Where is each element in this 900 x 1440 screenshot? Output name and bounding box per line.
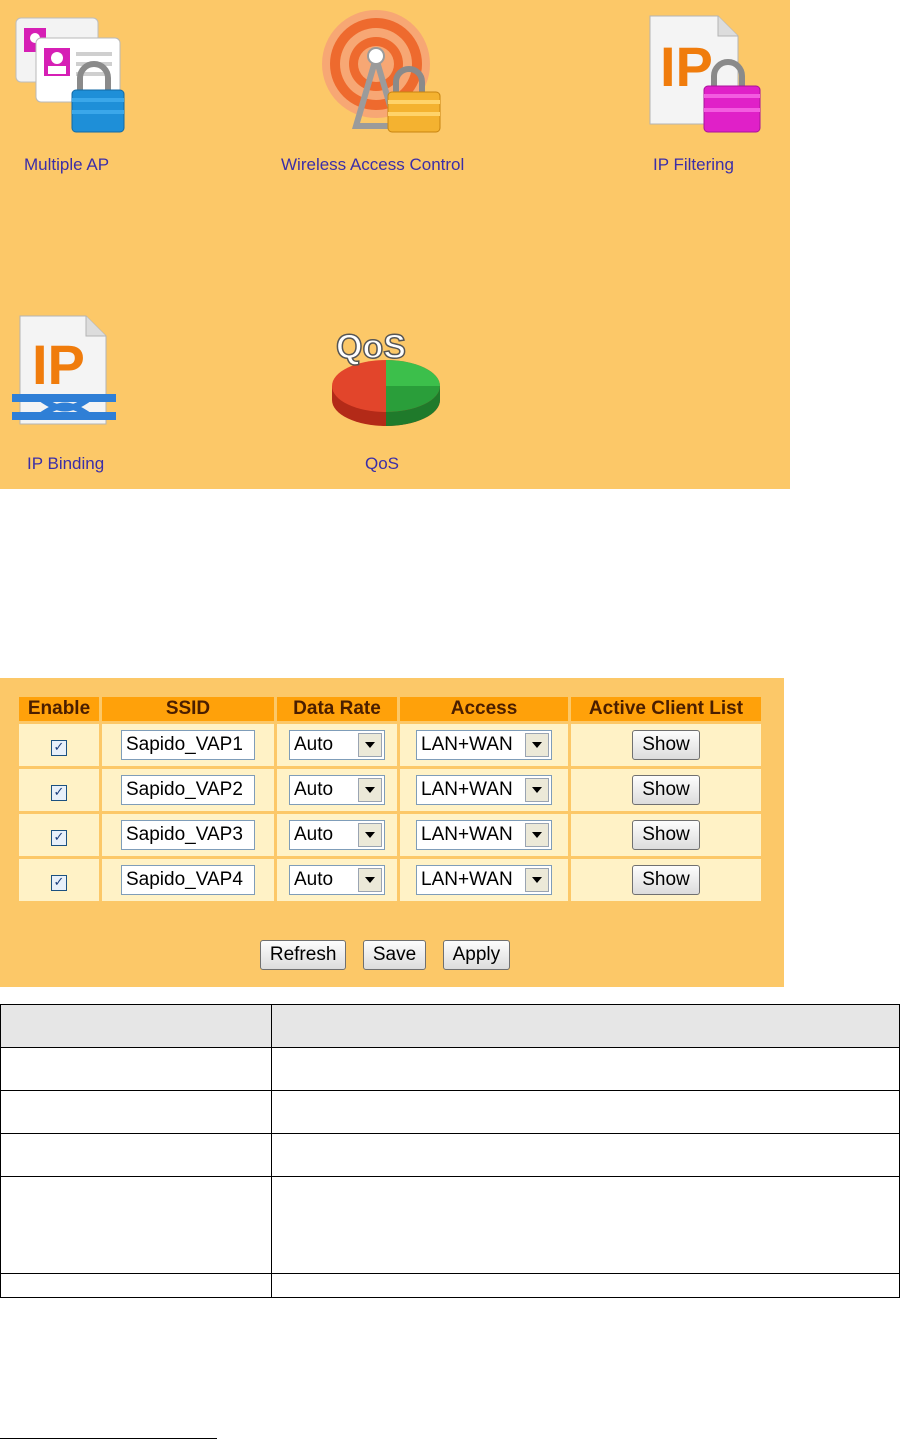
access-select[interactable]: LAN+WAN — [416, 865, 552, 895]
chevron-down-icon[interactable] — [358, 823, 382, 847]
description-table — [0, 1004, 900, 1298]
ssid-input[interactable]: Sapido_VAP4 — [121, 865, 255, 895]
data-rate-select[interactable]: Auto — [289, 730, 385, 760]
id-cards-lock-icon — [15, 17, 125, 133]
chevron-down-icon[interactable] — [358, 868, 382, 892]
table-header-row: Enable SSID Data Rate Access Active Clie… — [19, 697, 761, 721]
antenna-lock-icon — [322, 10, 441, 133]
data-rate-value: Auto — [294, 869, 334, 890]
table-row — [0, 1273, 900, 1298]
access-value: LAN+WAN — [421, 869, 513, 890]
form-actions: Refresh Save Apply — [0, 940, 770, 970]
chevron-down-icon[interactable] — [525, 823, 549, 847]
multiple-ap-table: Enable SSID Data Rate Access Active Clie… — [16, 694, 764, 904]
ip-document-lock-icon: IP — [649, 15, 761, 133]
qos-badge-text: QoS — [336, 328, 406, 366]
access-value: LAN+WAN — [421, 779, 513, 800]
table-cell — [0, 1176, 272, 1274]
qos-pie-icon: QoS — [332, 327, 440, 426]
show-clients-button[interactable]: Show — [632, 820, 700, 850]
data-rate-select[interactable]: Auto — [289, 820, 385, 850]
table-row — [0, 1090, 900, 1134]
data-rate-value: Auto — [294, 824, 334, 845]
apply-button[interactable]: Apply — [442, 940, 511, 970]
column-header-ssid: SSID — [102, 697, 274, 721]
enable-checkbox[interactable]: ✓ — [51, 739, 67, 756]
table-cell — [0, 1090, 272, 1134]
table-row — [0, 1047, 900, 1091]
show-clients-button[interactable]: Show — [632, 730, 700, 760]
menu-label-qos: QoS — [365, 454, 400, 473]
table-row: ✓ Sapido_VAP3 Auto LAN+WAN Show — [19, 814, 761, 856]
show-clients-button[interactable]: Show — [632, 865, 700, 895]
access-select[interactable]: LAN+WAN — [416, 820, 552, 850]
menu-item-multiple-ap[interactable]: Multiple AP — [10, 10, 150, 180]
menu-item-ip-binding[interactable]: IP IP Binding — [10, 312, 140, 482]
table-cell — [271, 1133, 900, 1177]
column-header-access: Access — [400, 697, 568, 721]
ip-binding-badge-text: IP — [32, 333, 85, 396]
table-cell — [0, 1004, 272, 1048]
chevron-down-icon[interactable] — [358, 733, 382, 757]
table-cell — [271, 1176, 900, 1274]
enable-checkbox[interactable]: ✓ — [51, 784, 67, 801]
access-select[interactable]: LAN+WAN — [416, 775, 552, 805]
access-value: LAN+WAN — [421, 734, 513, 755]
enable-checkbox[interactable]: ✓ — [51, 874, 67, 891]
data-rate-value: Auto — [294, 779, 334, 800]
table-cell — [271, 1090, 900, 1134]
data-rate-select[interactable]: Auto — [289, 775, 385, 805]
table-header-row — [0, 1004, 900, 1048]
menu-item-ip-filtering[interactable]: IP IP Filtering — [640, 12, 770, 180]
table-cell — [0, 1273, 272, 1298]
multiple-ap-settings-panel: Enable SSID Data Rate Access Active Clie… — [0, 678, 784, 987]
table-cell — [0, 1133, 272, 1177]
save-button[interactable]: Save — [362, 940, 427, 970]
column-header-enable: Enable — [19, 697, 99, 721]
column-header-data-rate: Data Rate — [277, 697, 397, 721]
ip-document-binding-icon: IP — [12, 315, 116, 425]
data-rate-value: Auto — [294, 734, 334, 755]
menu-label-wireless-access-control: Wireless Access Control — [281, 155, 465, 174]
chevron-down-icon[interactable] — [525, 733, 549, 757]
feature-menu-panel: Multiple AP Wireless Access Control IP I… — [0, 0, 790, 489]
table-row — [0, 1133, 900, 1177]
footnote-separator — [0, 1438, 217, 1439]
table-cell — [271, 1004, 900, 1048]
table-row: ✓ Sapido_VAP2 Auto LAN+WAN Show — [19, 769, 761, 811]
ssid-input[interactable]: Sapido_VAP1 — [121, 730, 255, 760]
refresh-button[interactable]: Refresh — [259, 940, 347, 970]
menu-item-wireless-access-control[interactable]: Wireless Access Control — [280, 8, 490, 180]
menu-label-ip-binding: IP Binding — [27, 454, 105, 473]
menu-label-ip-filtering: IP Filtering — [653, 155, 734, 174]
table-cell — [271, 1273, 900, 1298]
table-row: ✓ Sapido_VAP4 Auto LAN+WAN Show — [19, 859, 761, 901]
chevron-down-icon[interactable] — [358, 778, 382, 802]
column-header-active-client-list: Active Client List — [571, 697, 761, 721]
table-cell — [0, 1047, 272, 1091]
data-rate-select[interactable]: Auto — [289, 865, 385, 895]
access-select[interactable]: LAN+WAN — [416, 730, 552, 760]
ssid-input[interactable]: Sapido_VAP3 — [121, 820, 255, 850]
enable-checkbox[interactable]: ✓ — [51, 829, 67, 846]
access-value: LAN+WAN — [421, 824, 513, 845]
table-cell — [271, 1047, 900, 1091]
menu-label-multiple-ap: Multiple AP — [24, 155, 110, 174]
table-row: ✓ Sapido_VAP1 Auto LAN+WAN Show — [19, 724, 761, 766]
show-clients-button[interactable]: Show — [632, 775, 700, 805]
chevron-down-icon[interactable] — [525, 778, 549, 802]
chevron-down-icon[interactable] — [525, 868, 549, 892]
ssid-input[interactable]: Sapido_VAP2 — [121, 775, 255, 805]
table-row — [0, 1176, 900, 1274]
menu-item-qos[interactable]: QoS QoS — [320, 326, 450, 482]
